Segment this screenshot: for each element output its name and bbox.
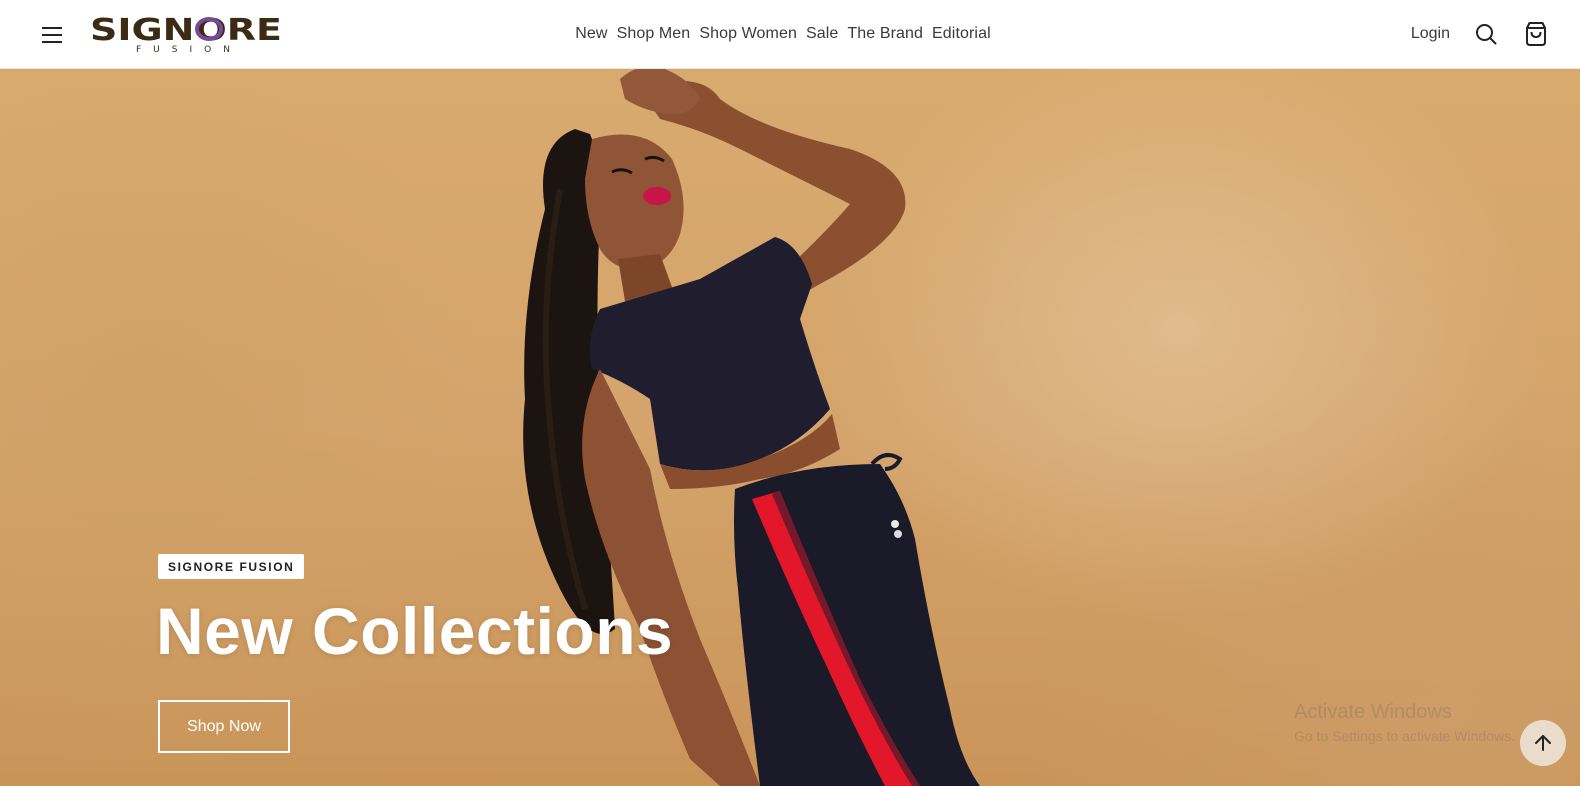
svg-text:FUSION: FUSION [136,45,242,54]
hamburger-menu-icon[interactable] [38,22,66,48]
shopping-bag-icon[interactable] [1522,20,1550,48]
hero-model-image [523,69,980,786]
brand-logo[interactable]: SIGNORE FUSION [90,14,286,54]
hero-banner: SIGNORE FUSION New Collections Shop Now … [0,69,1580,786]
nav-the-brand[interactable]: The Brand [847,25,923,43]
site-header: SIGNORE FUSION New Shop Men Shop Women S… [0,0,1580,69]
nav-shop-men[interactable]: Shop Men [617,25,691,43]
nav-sale[interactable]: Sale [806,25,838,43]
hero-tag: SIGNORE FUSION [158,554,305,579]
hero-title: New Collections [156,594,674,668]
nav-shop-women[interactable]: Shop Women [699,25,797,43]
login-link[interactable]: Login [1411,25,1450,43]
search-icon[interactable] [1472,20,1500,48]
svg-text:SIGNORE: SIGNORE [90,14,282,48]
shop-now-button[interactable]: Shop Now [158,700,290,753]
back-to-top-button[interactable] [1520,720,1566,766]
nav-editorial[interactable]: Editorial [932,25,991,43]
arrow-up-icon [1535,735,1551,751]
header-actions: Login [1411,18,1550,50]
nav-new[interactable]: New [575,25,607,43]
